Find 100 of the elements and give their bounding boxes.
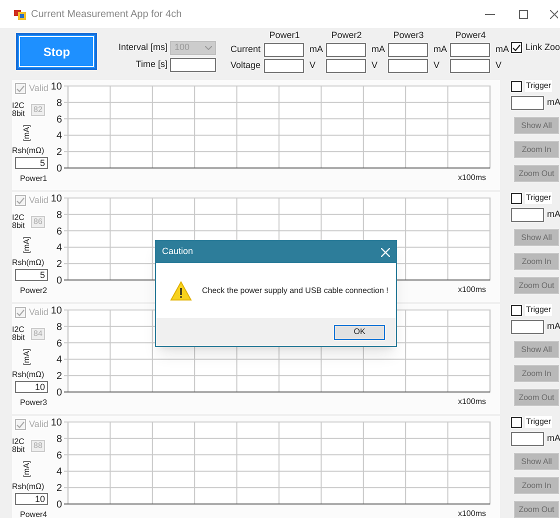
address-field[interactable]: 82 xyxy=(31,104,45,116)
axis-label: x100ms xyxy=(458,285,486,295)
dialog-title: Caution xyxy=(162,245,194,258)
current-field[interactable] xyxy=(450,43,490,57)
stop-button[interactable]: Stop xyxy=(16,33,98,70)
rsh-label: Rsh(mΩ) xyxy=(12,144,44,156)
tick-label: 4 xyxy=(56,466,62,478)
interval-label: Interval [ms] xyxy=(117,41,168,54)
axis-label: [mA] xyxy=(21,236,32,253)
rsh-label: Rsh(mΩ) xyxy=(12,480,44,492)
tick-label: 6 xyxy=(56,450,62,462)
column-header: Power1 xyxy=(268,28,301,42)
tick-label: 4 xyxy=(56,354,62,366)
tick-label: 8 xyxy=(56,210,62,221)
address-field[interactable]: 86 xyxy=(31,216,45,228)
channel-label: Power3 xyxy=(20,398,48,408)
tick-label: 6 xyxy=(56,114,62,126)
tick-label: 0 xyxy=(56,276,62,285)
rsh-field[interactable]: 5 xyxy=(15,268,48,280)
column-header: Power3 xyxy=(392,28,425,42)
time-label: Time [s] xyxy=(134,58,168,72)
channel-label: Power4 xyxy=(20,510,48,518)
valid-label: Valid xyxy=(29,306,48,319)
window-title: Current Measurement App for 4ch xyxy=(31,8,182,22)
ok-button[interactable]: OK xyxy=(334,324,385,340)
axis-label: [mA] xyxy=(21,460,32,477)
tick-label: 6 xyxy=(56,226,62,238)
unit-label: V xyxy=(308,59,316,72)
close-icon[interactable] xyxy=(550,10,558,18)
address-field[interactable]: 88 xyxy=(31,440,45,452)
voltage-field[interactable] xyxy=(450,59,490,73)
tick-label: 0 xyxy=(56,388,62,397)
channel-label: Power1 xyxy=(20,174,48,184)
voltage-field[interactable] xyxy=(388,59,428,73)
tick-label: 8 xyxy=(56,322,62,333)
trigger-field[interactable] xyxy=(511,320,544,334)
voltage-field[interactable] xyxy=(264,59,304,73)
tick-label: 4 xyxy=(56,130,62,142)
voltage-label: Voltage xyxy=(230,59,262,72)
tick-label: 2 xyxy=(56,371,62,382)
current-label: Current xyxy=(230,43,262,56)
tick-label: 0 xyxy=(56,164,62,173)
tick-label: 6 xyxy=(56,338,62,350)
axis-label: [mA] xyxy=(21,124,32,141)
i2c-label: I2C 8bit xyxy=(12,438,26,454)
unit-label: mA xyxy=(547,432,560,446)
rsh-field[interactable]: 5 xyxy=(15,156,48,168)
rsh-field[interactable]: 10 xyxy=(15,492,48,504)
warning-icon xyxy=(170,280,192,300)
tick-label: 8 xyxy=(56,434,62,445)
unit-label: V xyxy=(432,59,440,72)
link-zoom-checkbox[interactable] xyxy=(511,42,522,54)
axis-label: x100ms xyxy=(458,173,486,183)
trigger-label: Trigger xyxy=(525,80,552,92)
valid-label: Valid xyxy=(29,82,48,95)
tick-label: 10 xyxy=(50,82,62,92)
tick-label: 10 xyxy=(50,418,62,428)
tick-label: 2 xyxy=(56,483,62,494)
caret-icon xyxy=(205,46,212,50)
current-field[interactable] xyxy=(326,43,366,57)
unit-label: mA xyxy=(308,43,324,56)
link-zoom-label: Link Zoo xyxy=(525,41,560,54)
unit-label: mA xyxy=(432,43,448,56)
trigger-field[interactable] xyxy=(511,432,544,446)
tick-label: 10 xyxy=(50,306,62,316)
channel-label: Power2 xyxy=(20,286,48,296)
trigger-checkbox[interactable] xyxy=(511,80,522,92)
address-field[interactable]: 84 xyxy=(31,328,45,340)
i2c-label: I2C 8bit xyxy=(12,326,26,342)
trigger-checkbox[interactable] xyxy=(511,304,522,316)
unit-label: mA xyxy=(547,320,560,334)
unit-label: mA xyxy=(547,96,560,110)
tick-label: 4 xyxy=(56,242,62,254)
valid-label: Valid xyxy=(29,418,48,431)
rsh-field[interactable]: 10 xyxy=(15,380,48,392)
tick-label: 2 xyxy=(56,147,62,158)
trigger-field[interactable] xyxy=(511,208,544,222)
trigger-field[interactable] xyxy=(511,96,544,110)
current-field[interactable] xyxy=(264,43,304,57)
current-field[interactable] xyxy=(388,43,428,57)
maximize-icon[interactable] xyxy=(519,10,528,18)
dialog-message: Check the power supply and USB cable connection ! xyxy=(202,284,388,296)
trigger-label: Trigger xyxy=(525,192,552,204)
trigger-label: Trigger xyxy=(525,416,552,428)
trigger-label: Trigger xyxy=(525,304,552,316)
trigger-checkbox[interactable] xyxy=(511,192,522,204)
i2c-label: I2C 8bit xyxy=(12,102,26,118)
unit-label: mA xyxy=(494,43,510,56)
column-header: Power4 xyxy=(454,28,487,42)
column-header: Power2 xyxy=(330,28,363,42)
trigger-checkbox[interactable] xyxy=(511,416,522,428)
unit-label: V xyxy=(494,59,502,72)
tick-label: 8 xyxy=(56,98,62,109)
axis-label: x100ms xyxy=(458,509,486,518)
unit-label: mA xyxy=(547,208,560,222)
time-field[interactable] xyxy=(170,58,216,72)
i2c-label: I2C 8bit xyxy=(12,214,26,230)
valid-label: Valid xyxy=(29,194,48,207)
voltage-field[interactable] xyxy=(326,59,366,73)
axis-label: x100ms xyxy=(458,397,486,407)
